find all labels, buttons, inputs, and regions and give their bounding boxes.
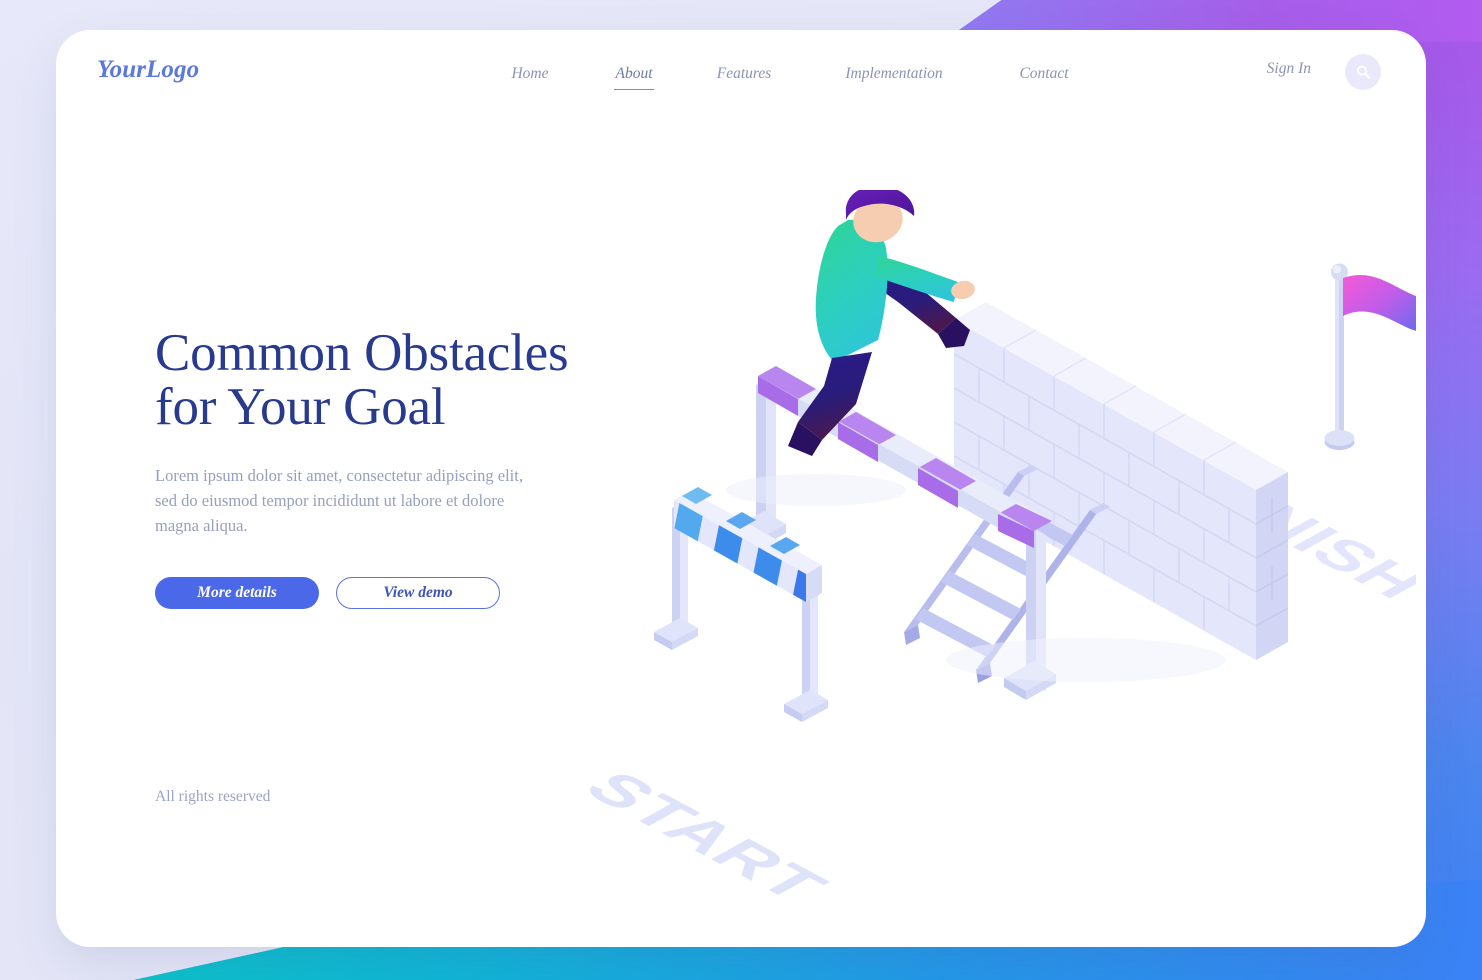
main-navigation: Home About Features Implementation Conta… — [476, 62, 1104, 91]
site-header: YourLogo Home About Features Implementat… — [56, 30, 1426, 118]
hurdle-striped-blue — [654, 487, 828, 722]
runner-figure — [788, 190, 975, 456]
view-demo-button[interactable]: View demo — [336, 577, 500, 610]
isometric-illustration: START FINISH — [569, 190, 1416, 910]
logo[interactable]: YourLogo — [97, 56, 199, 84]
search-button[interactable] — [1345, 54, 1381, 90]
nav-item-features[interactable]: Features — [717, 62, 772, 87]
nav-item-implementation[interactable]: Implementation — [845, 62, 942, 87]
sign-in-link[interactable]: Sign In — [1267, 60, 1311, 78]
start-label-text: START — [569, 763, 843, 910]
page-card: YourLogo Home About Features Implementat… — [56, 30, 1426, 947]
search-icon — [1356, 65, 1370, 79]
start-ground-label: START — [569, 763, 843, 910]
finish-flag — [1324, 263, 1416, 450]
nav-item-home[interactable]: Home — [511, 62, 548, 87]
nav-item-about[interactable]: About — [614, 62, 654, 91]
more-details-button[interactable]: More details — [155, 577, 319, 610]
rights-reserved-text: All rights reserved — [155, 788, 271, 805]
nav-item-contact[interactable]: Contact — [1019, 62, 1068, 87]
hero-illustration: START FINISH — [486, 190, 1416, 920]
